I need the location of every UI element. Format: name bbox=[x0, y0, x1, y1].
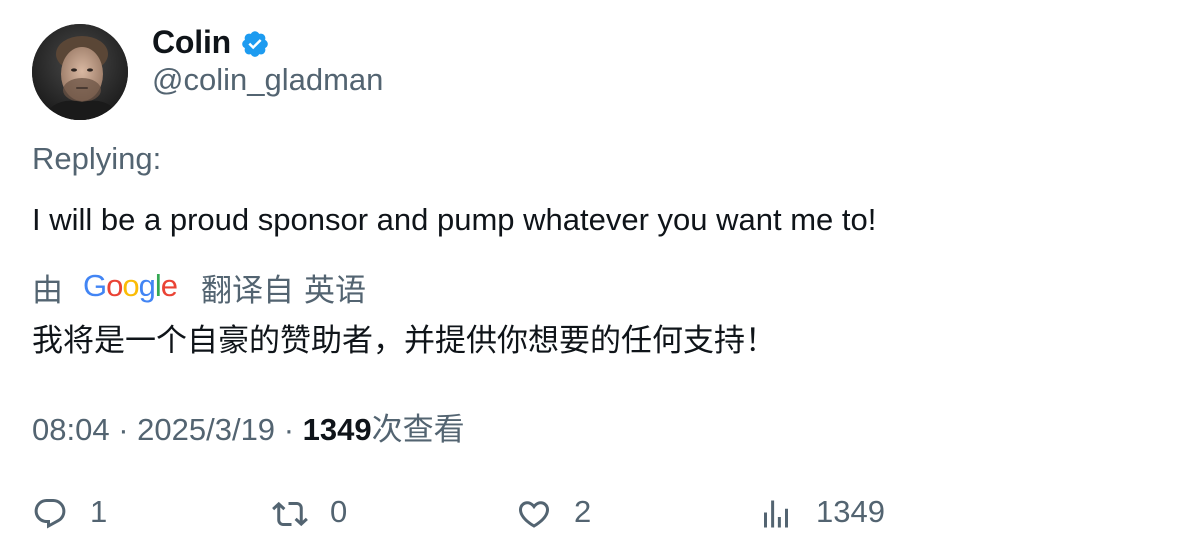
views-chart-icon bbox=[764, 500, 788, 528]
reply-count: 1 bbox=[90, 494, 108, 529]
author-handle[interactable]: @colin_gladman bbox=[152, 62, 383, 98]
like-button[interactable]: 2 bbox=[516, 492, 591, 532]
reply-button[interactable]: 1 bbox=[32, 492, 107, 532]
source-language: 英语 bbox=[304, 272, 366, 308]
translated-text: 我将是一个自豪的赞助者，并提供你想要的任何支持！ bbox=[32, 323, 776, 358]
replying-label: Replying: bbox=[32, 141, 162, 176]
meta-separator: · bbox=[118, 412, 138, 447]
svg-text:Google: Google bbox=[83, 270, 177, 303]
views-action-count: 1349 bbox=[816, 494, 885, 529]
author-name-row[interactable]: Colin bbox=[152, 22, 270, 62]
translated-from-label: 翻译自 bbox=[201, 272, 294, 308]
views-label: 次查看 bbox=[371, 412, 465, 447]
like-count: 2 bbox=[574, 494, 592, 529]
author-display-name[interactable]: Colin bbox=[152, 24, 231, 61]
reply-icon bbox=[34, 499, 66, 529]
translation-attribution: 由 Google 翻译自 英语 bbox=[32, 266, 366, 308]
translated-by-label: 由 bbox=[32, 272, 63, 308]
verified-badge-icon[interactable] bbox=[240, 29, 270, 59]
views-count: 1349 bbox=[302, 412, 372, 447]
meta-separator: · bbox=[283, 412, 303, 447]
tweet-date[interactable]: 2025/3/19 bbox=[137, 412, 275, 447]
avatar-image bbox=[32, 24, 128, 120]
heart-icon bbox=[518, 501, 550, 528]
views-button[interactable]: 1349 bbox=[758, 492, 885, 532]
avatar[interactable] bbox=[32, 24, 128, 120]
retweet-count: 0 bbox=[330, 494, 348, 529]
google-logo-icon: Google bbox=[83, 270, 178, 303]
tweet-text: I will be a proud sponsor and pump whate… bbox=[32, 202, 877, 237]
tweet-time[interactable]: 08:04 bbox=[32, 412, 110, 447]
retweet-icon bbox=[272, 501, 308, 527]
tweet-meta: 08:04 · 2025/3/19 · 1349次查看 bbox=[32, 404, 465, 449]
retweet-button[interactable]: 0 bbox=[272, 492, 347, 532]
